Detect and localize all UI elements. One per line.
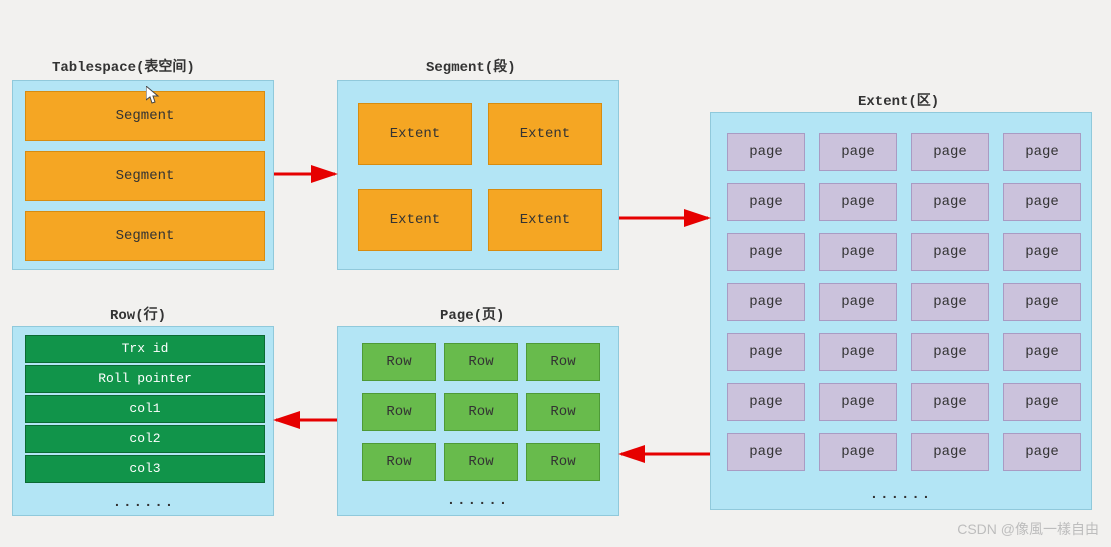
page-box: page [819, 433, 897, 471]
page-box: page [819, 183, 897, 221]
page-box: page [1003, 383, 1081, 421]
segment-box: Segment [25, 151, 265, 201]
page-box: page [727, 383, 805, 421]
extent-box: Extent [488, 189, 602, 251]
row-box: Row [362, 343, 436, 381]
page-box: page [819, 133, 897, 171]
row-box: Row [526, 343, 600, 381]
row-box: Row [526, 443, 600, 481]
page-box: page [911, 333, 989, 371]
segment-title: Segment(段) [426, 56, 516, 76]
tablespace-panel: Segment Segment Segment [12, 80, 274, 270]
page-box: page [911, 383, 989, 421]
extent-box: Extent [488, 103, 602, 165]
row-panel: Trx id Roll pointer col1 col2 col3 .....… [12, 326, 274, 516]
row-box: Row [444, 393, 518, 431]
extent-box: Extent [358, 103, 472, 165]
page-box: page [819, 333, 897, 371]
row-box: Row [444, 343, 518, 381]
extent-title: Extent(区) [858, 90, 939, 110]
page-box: page [1003, 133, 1081, 171]
page-box: page [819, 383, 897, 421]
page-box: page [911, 433, 989, 471]
page-box: page [1003, 183, 1081, 221]
extent-ellipsis: ...... [711, 487, 1091, 503]
watermark: CSDN @像風一樣自由 [957, 519, 1099, 539]
page-box: page [911, 283, 989, 321]
page-box: page [727, 133, 805, 171]
extent-panel: ...... pagepagepagepagepagepagepagepagep… [710, 112, 1092, 510]
page-box: page [1003, 333, 1081, 371]
segment-box: Segment [25, 211, 265, 261]
page-ellipsis: ...... [338, 493, 618, 509]
segment-panel: Extent Extent Extent Extent [337, 80, 619, 270]
row-ellipsis: ...... [25, 495, 263, 511]
row-box: Row [362, 443, 436, 481]
segment-box: Segment [25, 91, 265, 141]
row-field: col1 [25, 395, 265, 423]
row-title: Row(行) [110, 304, 166, 324]
page-box: page [727, 333, 805, 371]
page-box: page [727, 283, 805, 321]
page-box: page [1003, 233, 1081, 271]
page-panel: ...... RowRowRowRowRowRowRowRowRow [337, 326, 619, 516]
page-box: page [911, 133, 989, 171]
page-box: page [819, 283, 897, 321]
page-box: page [727, 183, 805, 221]
page-box: page [727, 233, 805, 271]
row-box: Row [444, 443, 518, 481]
page-box: page [727, 433, 805, 471]
page-box: page [911, 233, 989, 271]
row-field: col2 [25, 425, 265, 453]
row-field: col3 [25, 455, 265, 483]
row-box: Row [362, 393, 436, 431]
page-box: page [1003, 433, 1081, 471]
tablespace-title: Tablespace(表空间) [52, 56, 195, 76]
extent-box: Extent [358, 189, 472, 251]
page-title: Page(页) [440, 304, 504, 324]
row-box: Row [526, 393, 600, 431]
page-box: page [1003, 283, 1081, 321]
row-field: Roll pointer [25, 365, 265, 393]
row-field: Trx id [25, 335, 265, 363]
page-box: page [819, 233, 897, 271]
page-box: page [911, 183, 989, 221]
